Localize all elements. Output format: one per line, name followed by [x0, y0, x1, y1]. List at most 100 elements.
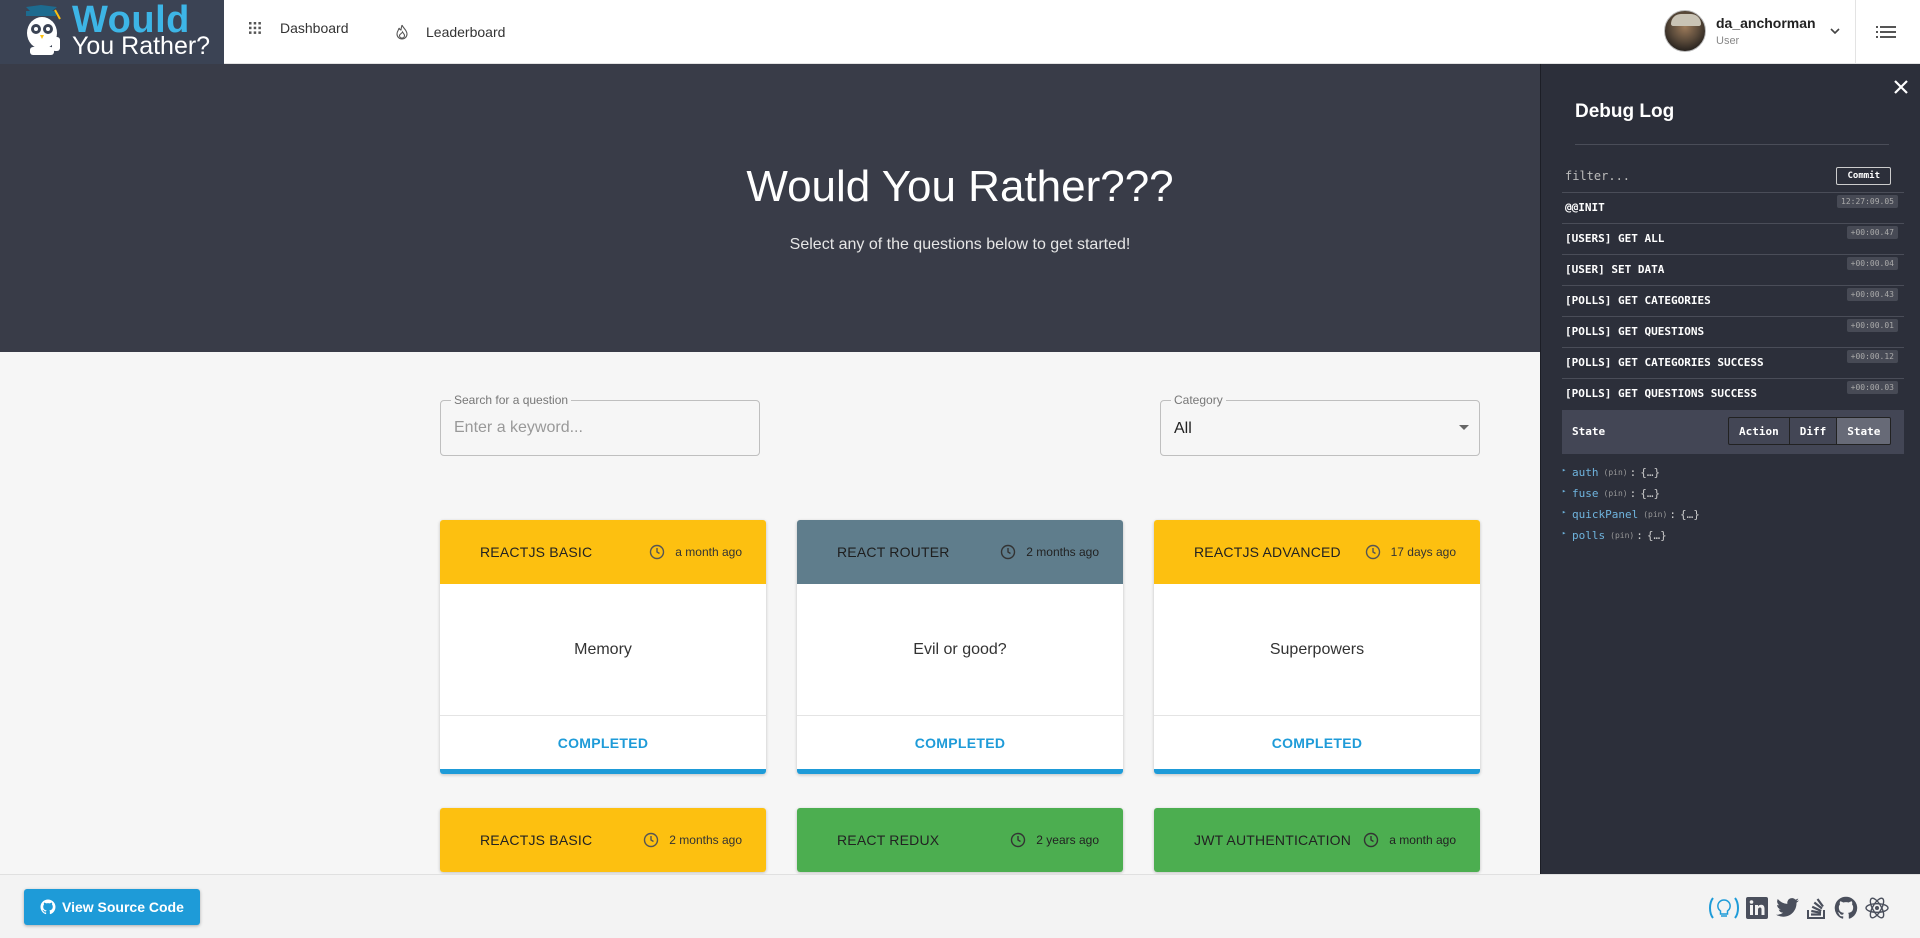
card-header: REACT ROUTER 2 months ago [797, 520, 1123, 584]
question-card[interactable]: REACT ROUTER 2 months ago Evil or good? … [797, 520, 1123, 774]
action-item[interactable]: [USERS] GET ALL +00:00.47 [1562, 223, 1904, 254]
action-name: [POLLS] GET QUESTIONS SUCCESS [1565, 387, 1758, 400]
tree-key: quickPanel [1572, 508, 1639, 521]
question-card[interactable]: REACTJS ADVANCED 17 days ago Superpowers… [1154, 520, 1480, 774]
card-category: REACTJS ADVANCED [1194, 544, 1341, 560]
close-icon[interactable] [1891, 77, 1911, 97]
question-card[interactable]: REACTJS BASIC a month ago Memory COMPLET… [440, 520, 766, 774]
app-logo[interactable]: Would You Rather? [0, 0, 224, 64]
user-name: da_anchorman [1716, 15, 1816, 31]
clock-icon [1365, 544, 1380, 560]
view-source-button[interactable]: View Source Code [24, 889, 200, 925]
pin-link[interactable]: (pin) [1643, 510, 1667, 519]
twitter-icon[interactable] [1776, 898, 1800, 918]
card-question: Memory [440, 584, 766, 716]
card-category: REACTJS BASIC [480, 544, 593, 560]
view-source-label: View Source Code [62, 899, 184, 915]
card-time: a month ago [1363, 832, 1456, 848]
card-time-label: a month ago [1389, 833, 1456, 847]
tab-action[interactable]: Action [1729, 418, 1790, 444]
toolbar-divider [1855, 0, 1856, 64]
user-role: User [1716, 35, 1740, 47]
question-card[interactable]: JWT AUTHENTICATION a month ago [1154, 808, 1480, 872]
pin-link[interactable]: (pin) [1610, 531, 1634, 540]
clock-icon [1001, 544, 1016, 560]
action-item[interactable]: @@INIT 12:27:09.05 [1562, 192, 1904, 223]
linkedin-icon[interactable] [1746, 897, 1768, 919]
commit-button[interactable]: Commit [1836, 167, 1891, 185]
avatar [1664, 10, 1706, 52]
expand-arrow-icon[interactable]: ▸ [1562, 466, 1570, 474]
action-list: @@INIT 12:27:09.05 [USERS] GET ALL +00:0… [1562, 192, 1904, 409]
category-select[interactable]: Category All [1160, 393, 1480, 456]
nav-dashboard[interactable]: Dashboard [248, 0, 349, 60]
action-item[interactable]: [USER] SET DATA +00:00.04 [1562, 254, 1904, 285]
action-item[interactable]: [POLLS] GET QUESTIONS SUCCESS +00:00.03 [1562, 378, 1904, 409]
card-progress-bar [1154, 769, 1480, 774]
lightbulb-icon[interactable] [1708, 895, 1740, 921]
debug-filter-input[interactable] [1565, 169, 1805, 183]
action-time: 12:27:09.05 [1837, 195, 1898, 208]
tab-diff[interactable]: Diff [1790, 418, 1838, 444]
question-card[interactable]: REACT REDUX 2 years ago [797, 808, 1123, 872]
pin-link[interactable]: (pin) [1604, 468, 1628, 477]
github-icon [40, 899, 56, 915]
whatshot-icon [396, 24, 408, 40]
action-time: +00:00.03 [1846, 381, 1898, 394]
search-field[interactable]: Search for a question [440, 393, 760, 456]
nav-leaderboard[interactable]: Leaderboard [396, 0, 505, 64]
debug-title: Debug Log [1575, 101, 1675, 122]
state-label: State [1572, 425, 1606, 438]
action-item[interactable]: [POLLS] GET QUESTIONS +00:00.01 [1562, 316, 1904, 347]
pin-link[interactable]: (pin) [1604, 489, 1628, 498]
nav-dashboard-label: Dashboard [280, 20, 349, 36]
search-input[interactable] [454, 419, 744, 437]
card-header: REACTJS ADVANCED 17 days ago [1154, 520, 1480, 584]
action-time: +00:00.04 [1846, 257, 1898, 270]
card-time: 2 months ago [1000, 544, 1099, 560]
tree-key: polls [1572, 529, 1606, 542]
card-category: JWT AUTHENTICATION [1194, 832, 1352, 848]
action-item[interactable]: [POLLS] GET CATEGORIES +00:00.43 [1562, 285, 1904, 316]
card-status-button[interactable]: COMPLETED [440, 716, 766, 769]
question-card[interactable]: REACTJS BASIC 2 months ago [440, 808, 766, 872]
expand-arrow-icon[interactable]: ▸ [1562, 487, 1570, 495]
card-status-button[interactable]: COMPLETED [1154, 716, 1480, 769]
action-name: [USER] SET DATA [1565, 263, 1665, 276]
tree-key: auth [1572, 466, 1599, 479]
tab-state[interactable]: State [1837, 418, 1891, 444]
tree-node[interactable]: ▸ polls (pin) : {…} [1562, 525, 1700, 546]
chevron-down-icon [1830, 28, 1840, 34]
action-name: [POLLS] GET CATEGORIES SUCCESS [1565, 356, 1764, 369]
action-time: +00:00.12 [1846, 350, 1898, 363]
tree-key: fuse [1572, 487, 1599, 500]
action-item[interactable]: [POLLS] GET CATEGORIES SUCCESS +00:00.12 [1562, 347, 1904, 378]
tree-node[interactable]: ▸ auth (pin) : {…} [1562, 462, 1700, 483]
action-time: +00:00.43 [1846, 288, 1898, 301]
card-status-button[interactable]: COMPLETED [797, 716, 1123, 769]
view-tabs: Action Diff State [1728, 417, 1892, 445]
user-menu[interactable]: da_anchorman User [1664, 10, 1840, 52]
card-category: REACT REDUX [837, 832, 940, 848]
clock-icon [1011, 832, 1026, 848]
category-selected-value: All [1174, 420, 1192, 437]
react-icon[interactable] [1864, 896, 1890, 920]
tree-node[interactable]: ▸ quickPanel (pin) : {…} [1562, 504, 1700, 525]
expand-arrow-icon[interactable]: ▸ [1562, 529, 1570, 537]
card-progress-bar [797, 769, 1123, 774]
stackoverflow-icon[interactable] [1806, 896, 1828, 920]
dropdown-arrow-icon [1459, 425, 1469, 430]
action-name: @@INIT [1565, 201, 1605, 214]
github-icon[interactable] [1834, 896, 1858, 920]
card-header: REACTJS BASIC 2 months ago [440, 808, 766, 872]
list-menu-icon[interactable] [1872, 20, 1900, 44]
card-time-label: 2 years ago [1036, 833, 1099, 847]
expand-arrow-icon[interactable]: ▸ [1562, 508, 1570, 516]
card-header: JWT AUTHENTICATION a month ago [1154, 808, 1480, 872]
nav-leaderboard-label: Leaderboard [426, 24, 506, 40]
action-name: [USERS] GET ALL [1565, 232, 1665, 245]
tree-node[interactable]: ▸ fuse (pin) : {…} [1562, 483, 1700, 504]
tree-value: {…} [1679, 508, 1700, 521]
state-tree: ▸ auth (pin) : {…} ▸ fuse (pin) : {…} ▸ … [1562, 462, 1700, 546]
card-progress-bar [440, 769, 766, 774]
